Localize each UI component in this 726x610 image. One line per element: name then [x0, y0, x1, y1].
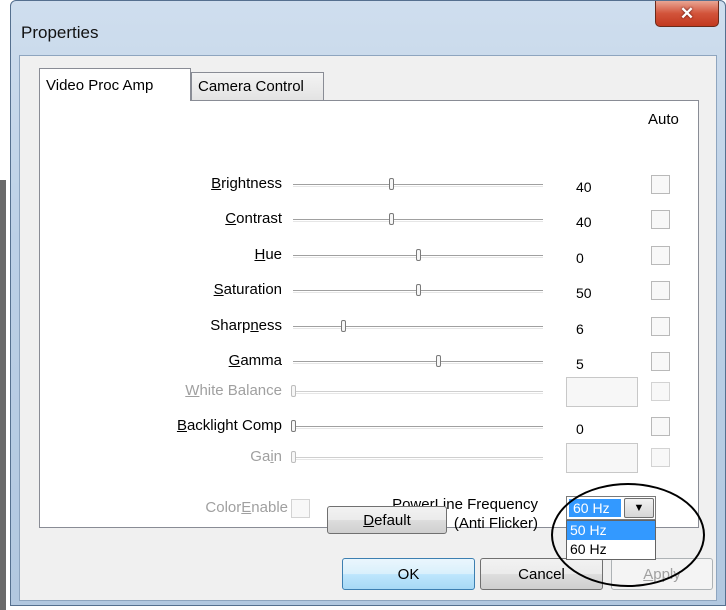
backlight-comp-value: 0 [576, 421, 584, 437]
contrast-auto-checkbox[interactable] [651, 210, 670, 229]
color-enable-checkbox[interactable] [291, 499, 310, 518]
sharpness-auto-checkbox[interactable] [651, 317, 670, 336]
hue-auto-checkbox[interactable] [651, 246, 670, 265]
close-icon: ✕ [679, 3, 695, 23]
brightness-auto-checkbox[interactable] [651, 175, 670, 194]
hue-label: Hue [254, 246, 282, 263]
tab-video-proc-amp[interactable]: Video Proc Amp [39, 68, 191, 101]
slider-thumb[interactable] [341, 320, 346, 332]
contrast-slider[interactable] [293, 213, 543, 225]
brightness-slider[interactable] [293, 178, 543, 190]
close-button[interactable]: ✕ [655, 1, 719, 27]
properties-window: Properties ✕ Video Proc Amp Camera Contr… [10, 0, 726, 606]
white-balance-label: White Balance [185, 382, 282, 399]
sharpness-slider[interactable] [293, 320, 543, 332]
hue-value: 0 [576, 250, 584, 266]
contrast-label: Contrast [225, 210, 282, 227]
window-title: Properties [21, 23, 99, 42]
gamma-slider[interactable] [293, 355, 543, 367]
slider-thumb[interactable] [388, 213, 394, 225]
slider-thumb[interactable] [291, 385, 296, 397]
tab-panel: Auto Brightness 40 Contrast 40 Hue 0 Saturatio… [39, 100, 705, 587]
slider-thumb[interactable] [291, 420, 296, 432]
saturation-auto-checkbox[interactable] [651, 281, 670, 300]
white-balance-auto-checkbox[interactable] [651, 382, 670, 401]
white-balance-slider[interactable] [291, 385, 543, 397]
slider-thumb[interactable] [388, 178, 394, 190]
backlight-comp-auto-checkbox[interactable] [651, 417, 670, 436]
gain-label: Gain [250, 448, 282, 465]
backlight-comp-label: Backlight Comp [176, 417, 282, 434]
tab-label: Video Proc Amp [46, 76, 154, 94]
sharpness-value: 6 [576, 321, 584, 337]
tab-label: Camera Control [198, 78, 304, 95]
color-enable-label: ColorEnable [205, 499, 288, 516]
ok-button[interactable]: OK [342, 558, 475, 590]
brightness-value: 40 [576, 179, 592, 195]
saturation-value: 50 [576, 285, 592, 301]
slider-thumb[interactable] [436, 355, 441, 367]
gamma-auto-checkbox[interactable] [651, 352, 670, 371]
tab-camera-control[interactable]: Camera Control [191, 72, 324, 100]
annotation-circle [551, 483, 705, 587]
gain-slider[interactable] [291, 451, 543, 463]
gain-auto-checkbox[interactable] [651, 448, 670, 467]
background-window-edge [0, 180, 6, 610]
sharpness-label: Sharpness [210, 317, 282, 334]
saturation-slider[interactable] [293, 284, 543, 296]
hue-slider[interactable] [293, 249, 543, 261]
slider-thumb[interactable] [416, 284, 421, 296]
white-balance-value [566, 377, 638, 407]
dialog-client-area: Video Proc Amp Camera Control Auto Brigh… [19, 55, 717, 601]
auto-column-header: Auto [648, 111, 679, 128]
slider-thumb[interactable] [291, 451, 296, 463]
backlight-comp-slider[interactable] [291, 420, 543, 432]
slider-thumb[interactable] [416, 249, 421, 261]
default-button[interactable]: Default [327, 506, 447, 534]
saturation-label: Saturation [213, 281, 282, 298]
gamma-label: Gamma [228, 352, 282, 369]
contrast-value: 40 [576, 214, 592, 230]
gain-value [566, 443, 638, 473]
brightness-label: Brightness [211, 175, 282, 192]
gamma-value: 5 [576, 356, 584, 372]
